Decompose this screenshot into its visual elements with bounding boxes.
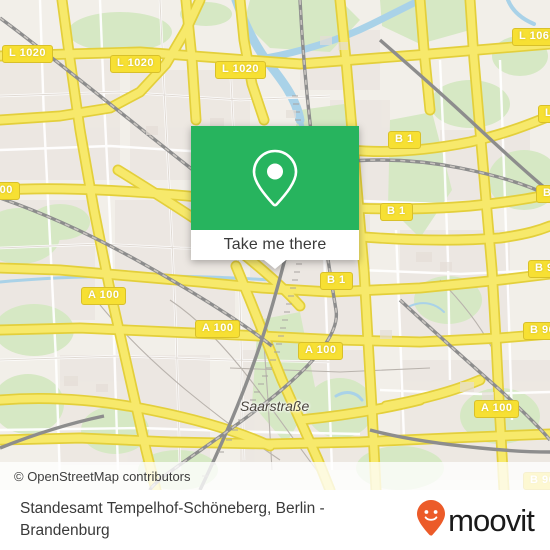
road-shield: L 1066	[512, 28, 550, 46]
take-me-there-button[interactable]: Take me there	[191, 230, 359, 260]
road-shield: L 1020	[2, 45, 54, 63]
location-marker-card[interactable]: Take me there	[191, 126, 359, 269]
road-shield: B 96	[523, 322, 550, 340]
road-shield: A 100	[474, 400, 520, 418]
road-shield: A 100	[298, 342, 344, 360]
marker-card-tail	[264, 260, 286, 269]
road-shield: B 1	[320, 272, 353, 290]
footer-bar: Standesamt Tempelhof-Schöneberg, Berlin …	[0, 490, 550, 550]
moovit-wordmark: moovit	[448, 502, 535, 538]
moovit-pin-icon	[416, 499, 446, 542]
street-label-saarstrasse: Saarstraße	[240, 398, 310, 414]
map-attribution-bar: © OpenStreetMap contributors	[0, 462, 550, 490]
road-shield: A 100	[81, 287, 127, 305]
road-shield: L 1020	[215, 61, 267, 79]
road-shield: A 100	[195, 320, 241, 338]
road-shield: B	[536, 185, 550, 203]
road-shield: B 96	[528, 260, 550, 278]
moovit-logo[interactable]: moovit	[416, 499, 535, 542]
road-shield: 100	[0, 182, 20, 200]
osm-attribution-text[interactable]: © OpenStreetMap contributors	[14, 469, 191, 484]
road-shield: B 1	[380, 203, 413, 221]
marker-card-image	[191, 126, 359, 230]
road-shield: L	[538, 105, 550, 123]
map-pin-icon	[191, 126, 359, 230]
road-shield: B 1	[388, 131, 421, 149]
road-shield: L 1020	[110, 55, 162, 73]
place-title: Standesamt Tempelhof-Schöneberg, Berlin …	[20, 500, 325, 539]
take-me-there-label: Take me there	[223, 236, 327, 253]
map-canvas[interactable]: L 1020 L 1020 L 1020 L 1066 L 100 B 1 B …	[0, 0, 550, 490]
map-page: L 1020 L 1020 L 1020 L 1066 L 100 B 1 B …	[0, 0, 550, 550]
